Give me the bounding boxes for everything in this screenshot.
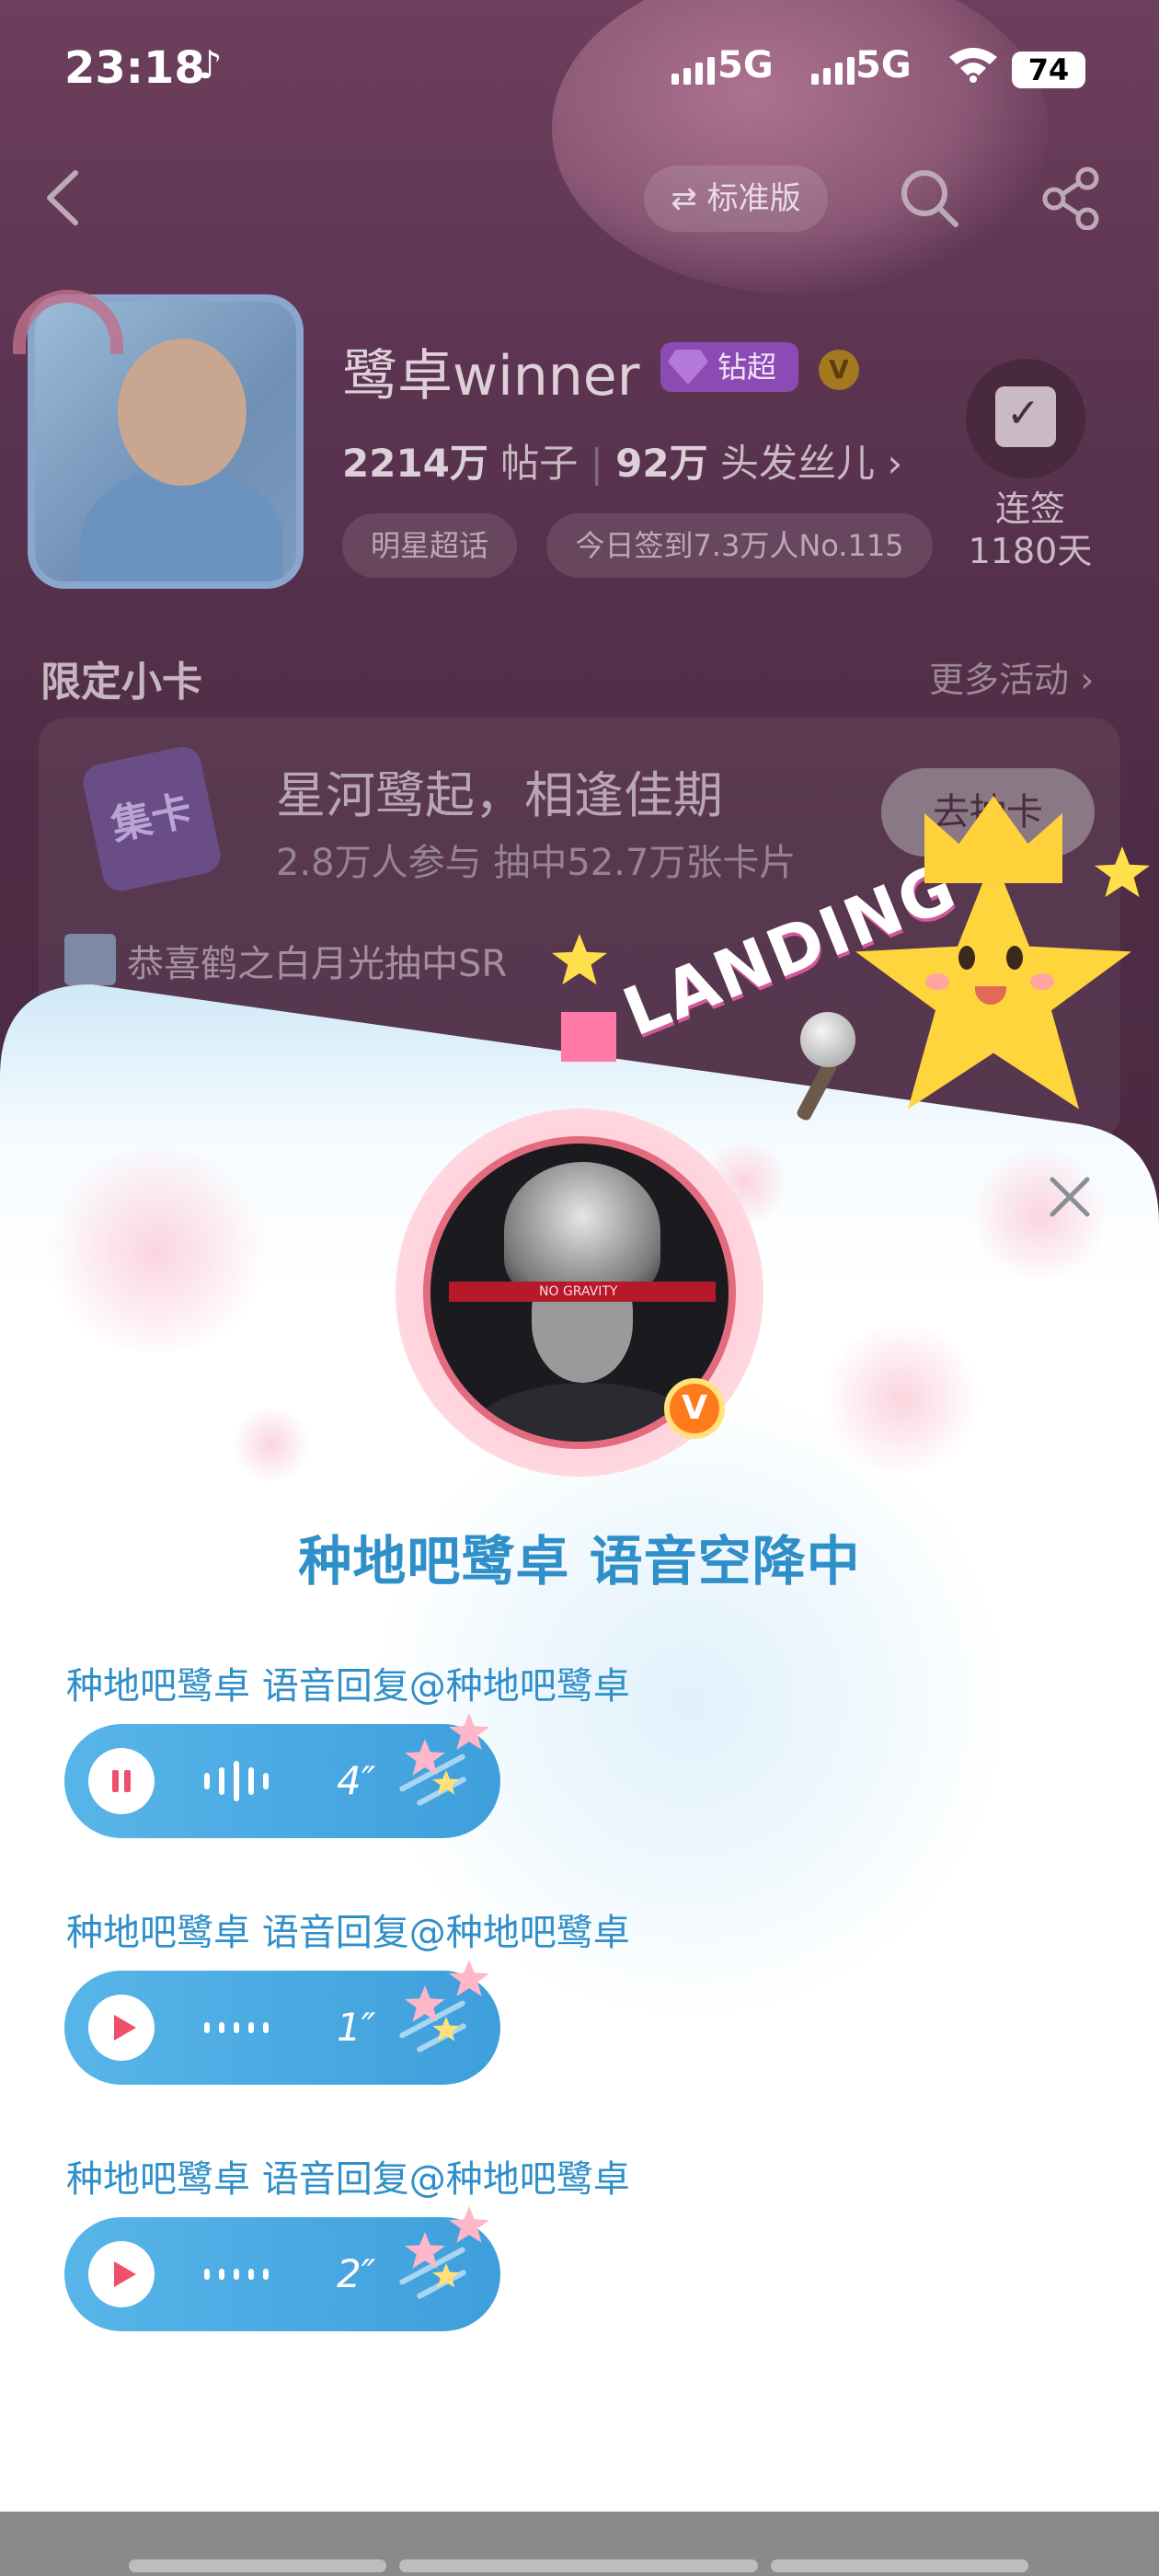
microphone-icon	[800, 1012, 855, 1067]
voice-duration: 1″	[337, 2005, 376, 2050]
voice-duration: 4″	[337, 1758, 376, 1803]
heart-icon	[561, 1012, 616, 1062]
more-activities-link[interactable]: 更多活动 ›	[929, 651, 1094, 702]
search-icon[interactable]	[897, 166, 961, 230]
voice-reply-label: 种地吧鹭卓 语音回复@种地吧鹭卓	[66, 2158, 630, 2201]
close-icon[interactable]	[1039, 1167, 1100, 1227]
voice-duration: 2″	[337, 2251, 376, 2296]
bottom-bar-segment	[129, 2559, 386, 2572]
checkin-button[interactable]	[966, 359, 1085, 478]
bottom-bar-segment	[399, 2559, 758, 2572]
checkin-streak: 连签 1180天	[957, 488, 1104, 572]
fans-label[interactable]: 头发丝儿 ›	[720, 441, 902, 486]
signal-icon-2	[811, 52, 855, 85]
diamond-icon	[668, 350, 708, 385]
verified-v-badge: V	[664, 1378, 725, 1439]
back-arrow-icon[interactable]	[40, 166, 86, 230]
bottom-bar	[0, 2512, 1159, 2576]
popup-title: 种地吧鹭卓 语音空降中	[298, 1530, 861, 1593]
battery-indicator: 74	[1012, 52, 1085, 88]
forum-stats: 2214万 帖子 | 92万 头发丝儿 ›	[342, 441, 903, 486]
forum-name: 鹭卓winner	[342, 344, 640, 408]
avatar-hair	[504, 1162, 660, 1300]
voice-reply-label: 种地吧鹭卓 语音回复@种地吧鹭卓	[66, 1665, 630, 1708]
avatar-caption: NO GRAVITY	[539, 1284, 618, 1299]
waveform-icon	[204, 1971, 269, 2085]
checkin-label: 连签	[994, 489, 1065, 529]
pause-icon[interactable]	[88, 1748, 155, 1814]
ticker-avatar	[64, 934, 116, 985]
bottom-bar-segment	[771, 2559, 1028, 2572]
posts-count: 2214万	[342, 441, 488, 486]
heart-decoration	[819, 1325, 984, 1472]
tag-star-forum[interactable]: 明星超话	[342, 513, 517, 578]
section-title-limited-cards: 限定小卡	[40, 659, 202, 706]
mascot-cheek	[1030, 973, 1054, 990]
heart-decoration	[230, 1408, 313, 1481]
card-activity-title: 星河鹭起，相逢佳期	[276, 766, 723, 824]
verified-badge: V	[819, 350, 859, 390]
play-icon[interactable]	[88, 2241, 155, 2307]
version-toggle-button[interactable]: ⇄ 标准版	[644, 166, 828, 232]
mascot-cheek	[925, 973, 949, 990]
level-badge-label: 钻超	[717, 350, 777, 385]
voice-message-pill[interactable]: 4″	[64, 1713, 500, 1838]
status-time: 23:18	[64, 42, 205, 94]
share-icon[interactable]	[1039, 166, 1104, 230]
wifi-icon	[949, 48, 997, 83]
network-type-2: 5G	[855, 44, 912, 86]
calendar-check-icon	[995, 386, 1056, 447]
waveform-icon	[204, 1724, 269, 1838]
voice-message-pill[interactable]: 1″	[64, 1960, 500, 2085]
voice-message-pill[interactable]: 2″	[64, 2206, 500, 2331]
waveform-icon	[204, 2217, 269, 2331]
posts-label: 帖子	[500, 441, 579, 486]
card-activity-subtitle: 2.8万人参与 抽中52.7万张卡片	[276, 842, 797, 884]
voice-reply-label: 种地吧鹭卓 语音回复@种地吧鹭卓	[66, 1912, 630, 1954]
status-bar: 23:18 ♪ 5G 5G 74	[0, 0, 1159, 138]
tiktok-icon: ♪	[198, 42, 223, 87]
signal-icon	[671, 52, 715, 85]
checkin-days: 1180天	[968, 531, 1093, 571]
winner-ticker: 恭喜鹤之白月光抽中SR	[127, 943, 508, 985]
network-type-1: 5G	[717, 44, 774, 86]
mascot-eye	[958, 946, 975, 970]
play-icon[interactable]	[88, 1995, 155, 2061]
mascot-eye	[1006, 946, 1023, 970]
tag-checkin-rank[interactable]: 今日签到7.3万人No.115	[546, 513, 933, 578]
diamond-level-badge[interactable]: 钻超	[660, 342, 798, 392]
avatar-face	[118, 339, 247, 486]
fans-count: 92万	[615, 441, 708, 486]
heart-decoration	[37, 1150, 276, 1352]
